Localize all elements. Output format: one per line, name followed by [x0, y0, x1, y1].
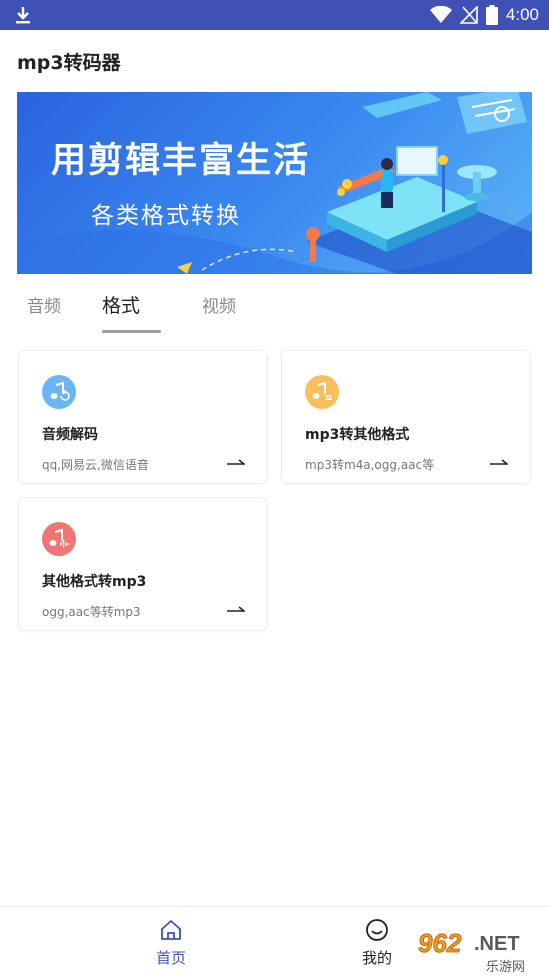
status-time: 4:00 — [505, 5, 539, 24]
wifi-icon — [429, 6, 452, 23]
page-title: mp3转码器 — [17, 52, 121, 74]
tab-audio[interactable]: 音频 — [27, 292, 61, 317]
office-illustration — [306, 92, 532, 274]
banner-subline: 各类格式转换 — [91, 203, 241, 229]
card-subtitle: qq,网易云,微信语音 — [42, 458, 149, 472]
svg-text:962: 962 — [418, 928, 462, 958]
arrow-right-icon — [490, 459, 508, 465]
card-other-to-mp3[interactable]: 其他格式转mp3 ogg,aac等转mp3 — [18, 497, 268, 631]
nav-home-label: 首页 — [155, 949, 186, 967]
card-title: mp3转其他格式 — [305, 427, 410, 443]
card-audio-decode[interactable]: 音频解码 qq,网易云,微信语音 — [18, 350, 268, 484]
active-tab-indicator — [102, 330, 161, 333]
category-tabs: 音频 格式 视频 — [17, 282, 532, 334]
app-root: 4:00 mp3转码器 用剪辑丰富生活 各类格式转换 音频 格式 视频 音频解码… — [0, 0, 549, 976]
nav-mine-label: 我的 — [361, 949, 392, 967]
tab-format[interactable]: 格式 — [102, 291, 140, 318]
svg-text:乐游网: 乐游网 — [486, 960, 525, 975]
site-watermark-logo: 962 .NET 乐游网 — [410, 924, 549, 976]
svg-text:.NET: .NET — [474, 933, 520, 955]
smiley-icon — [366, 919, 388, 941]
music-wave-icon — [42, 522, 76, 556]
tab-video[interactable]: 视频 — [202, 292, 236, 317]
signal-off-icon — [459, 6, 478, 24]
card-subtitle: mp3转m4a,ogg,aac等 — [305, 458, 435, 472]
banner-headline: 用剪辑丰富生活 — [51, 141, 311, 181]
arrow-right-icon — [227, 606, 245, 612]
battery-icon — [485, 5, 498, 25]
status-bar: 4:00 — [0, 0, 549, 30]
music-list-icon — [305, 375, 339, 409]
music-refresh-icon — [42, 375, 76, 409]
promo-banner[interactable]: 用剪辑丰富生活 各类格式转换 — [17, 92, 532, 274]
download-icon — [16, 7, 30, 24]
arrow-right-icon — [227, 459, 245, 465]
status-icons: 4:00 — [429, 0, 539, 30]
card-mp3-to-other[interactable]: mp3转其他格式 mp3转m4a,ogg,aac等 — [281, 350, 531, 484]
card-subtitle: ogg,aac等转mp3 — [42, 605, 141, 619]
nav-mine[interactable]: 我的 — [347, 917, 407, 973]
card-title: 其他格式转mp3 — [42, 574, 147, 590]
nav-home[interactable]: 首页 — [141, 917, 201, 973]
home-icon — [161, 920, 181, 940]
card-title: 音频解码 — [42, 427, 98, 443]
